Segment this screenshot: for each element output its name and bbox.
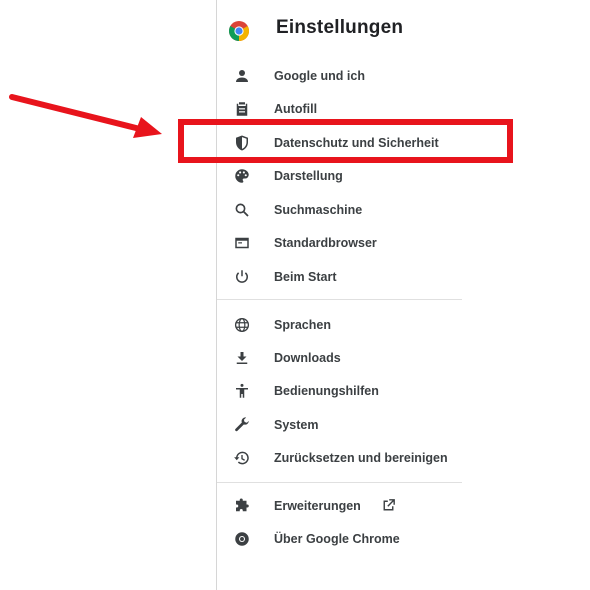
history-icon: [233, 449, 251, 467]
divider: [217, 299, 462, 300]
sidebar-item-erweiterungen[interactable]: Erweiterungen: [217, 491, 467, 521]
puzzle-icon: [233, 497, 251, 515]
annotation-highlight-box: [178, 119, 513, 163]
sidebar-item-label: Autofill: [274, 102, 318, 116]
sidebar-item-label: Standardbrowser: [274, 236, 377, 250]
divider: [217, 482, 462, 483]
download-icon: [233, 349, 251, 367]
sidebar-item-darstellung[interactable]: Darstellung: [217, 161, 467, 191]
sidebar-item-system[interactable]: System: [217, 410, 467, 440]
sidebar-item-bedienungshilfen[interactable]: Bedienungshilfen: [217, 376, 467, 406]
sidebar-item-sprachen[interactable]: Sprachen: [217, 310, 467, 340]
sidebar-item-label: Erweiterungen: [274, 499, 361, 513]
external-link-icon[interactable]: [380, 497, 397, 514]
sidebar-item-google-und-ich[interactable]: Google und ich: [217, 61, 467, 91]
sidebar-item-zuruecksetzen[interactable]: Zurücksetzen und bereinigen: [217, 443, 467, 473]
clipboard-icon: [233, 100, 251, 118]
palette-icon: [233, 167, 251, 185]
power-icon: [233, 268, 251, 286]
sidebar-item-downloads[interactable]: Downloads: [217, 343, 467, 373]
accessibility-icon: [233, 382, 251, 400]
sidebar-item-label: Beim Start: [274, 270, 337, 284]
sidebar-item-standardbrowser[interactable]: Standardbrowser: [217, 228, 467, 258]
globe-icon: [233, 316, 251, 334]
sidebar-item-suchmaschine[interactable]: Suchmaschine: [217, 195, 467, 225]
sidebar-item-label: Sprachen: [274, 318, 331, 332]
chrome-icon: [233, 530, 251, 548]
sidebar-item-label: Zurücksetzen und bereinigen: [274, 451, 448, 465]
sidebar-item-label: Downloads: [274, 351, 341, 365]
sidebar-item-label: Darstellung: [274, 169, 343, 183]
chrome-logo-icon: [229, 21, 249, 41]
person-icon: [233, 67, 251, 85]
sidebar-item-label: Google und ich: [274, 69, 365, 83]
wrench-icon: [233, 416, 251, 434]
sidebar-item-label: Suchmaschine: [274, 203, 363, 217]
page-title: Einstellungen: [276, 17, 404, 38]
search-icon: [233, 201, 251, 219]
sidebar-item-ueber-chrome[interactable]: Über Google Chrome: [217, 524, 467, 554]
sidebar-item-label: Bedienungshilfen: [274, 384, 379, 398]
settings-sidebar: Einstellungen Google und ich Autofill Da…: [216, 0, 590, 590]
browser-icon: [233, 234, 251, 252]
sidebar-item-label: System: [274, 418, 319, 432]
sidebar-item-label: Über Google Chrome: [274, 532, 400, 546]
sidebar-item-beim-start[interactable]: Beim Start: [217, 262, 467, 292]
